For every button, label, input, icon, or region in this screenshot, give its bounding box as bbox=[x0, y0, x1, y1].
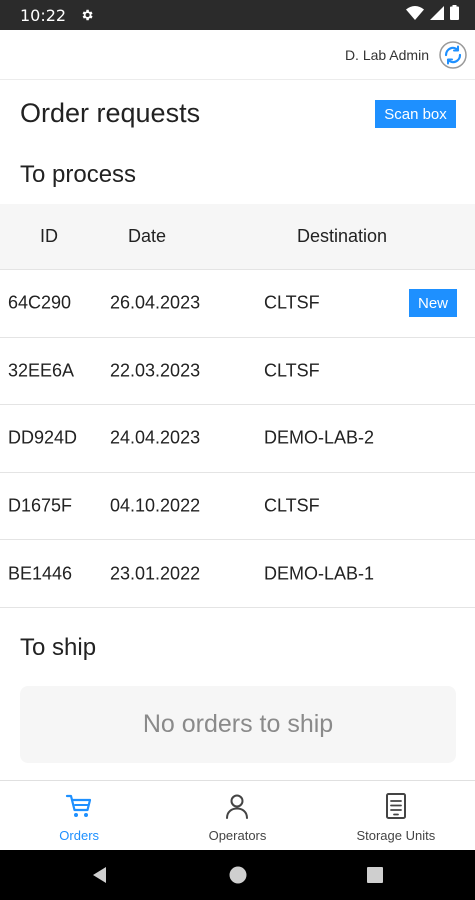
tab-storage-units-label: Storage Units bbox=[356, 828, 436, 843]
column-header-date: Date bbox=[128, 226, 167, 246]
table-header: ID Date Destination bbox=[0, 204, 475, 270]
page-title: Order requests bbox=[20, 98, 201, 128]
empty-state: No orders to ship bbox=[20, 686, 456, 763]
wifi-icon bbox=[406, 5, 424, 25]
order-date: 26.04.2023 bbox=[110, 292, 201, 313]
order-destination: CLTSF bbox=[264, 495, 320, 516]
user-bar: D. Lab Admin bbox=[0, 30, 475, 80]
tab-storage-units[interactable]: Storage Units bbox=[317, 781, 475, 850]
order-id: D1675F bbox=[8, 495, 73, 516]
sync-avatar-icon[interactable] bbox=[439, 40, 467, 69]
back-icon[interactable] bbox=[90, 865, 110, 885]
tab-orders-label: Orders bbox=[59, 828, 100, 843]
status-bar: 10:22 bbox=[0, 0, 475, 30]
home-icon[interactable] bbox=[228, 865, 248, 885]
table-row[interactable]: 32EE6A 22.03.2023 CLTSF bbox=[0, 338, 475, 406]
system-nav-bar bbox=[0, 850, 475, 900]
table-row[interactable]: BE1446 23.01.2022 DEMO-LAB-1 bbox=[0, 540, 475, 608]
storage-unit-icon bbox=[381, 791, 411, 821]
recents-icon[interactable] bbox=[365, 865, 385, 885]
tab-operators-label: Operators bbox=[208, 828, 267, 843]
section-title-to-ship: To ship bbox=[20, 634, 97, 661]
table-row[interactable]: DD924D 24.04.2023 DEMO-LAB-2 bbox=[0, 405, 475, 473]
section-title-to-process: To process bbox=[20, 161, 137, 188]
order-id: BE1446 bbox=[8, 563, 73, 584]
column-header-destination: Destination bbox=[297, 226, 388, 246]
scan-box-button[interactable]: Scan box bbox=[375, 100, 456, 128]
order-id: 32EE6A bbox=[8, 360, 75, 381]
bottom-tab-bar: Orders Operators Storage Units bbox=[0, 780, 475, 850]
order-id: DD924D bbox=[8, 427, 78, 448]
battery-icon bbox=[450, 5, 459, 25]
person-icon bbox=[222, 791, 252, 821]
order-id: 64C290 bbox=[8, 292, 72, 313]
order-date: 23.01.2022 bbox=[110, 563, 201, 584]
tab-operators[interactable]: Operators bbox=[158, 781, 316, 850]
table-row[interactable]: 64C290 26.04.2023 CLTSF New bbox=[0, 270, 475, 338]
order-date: 24.04.2023 bbox=[110, 427, 201, 448]
order-date: 04.10.2022 bbox=[110, 495, 201, 516]
order-destination: CLTSF bbox=[264, 360, 320, 381]
cart-icon bbox=[64, 791, 94, 821]
new-badge: New bbox=[409, 289, 457, 318]
order-destination: CLTSF bbox=[264, 292, 320, 313]
tab-orders[interactable]: Orders bbox=[0, 781, 158, 850]
gear-icon bbox=[80, 8, 94, 22]
signal-icon bbox=[430, 5, 444, 25]
orders-table: ID Date Destination 64C290 26.04.2023 CL… bbox=[0, 204, 475, 608]
order-destination: DEMO-LAB-1 bbox=[264, 563, 375, 584]
order-date: 22.03.2023 bbox=[110, 360, 201, 381]
order-destination: DEMO-LAB-2 bbox=[264, 427, 375, 448]
column-header-id: ID bbox=[40, 226, 58, 246]
user-name: D. Lab Admin bbox=[344, 46, 429, 63]
table-row[interactable]: D1675F 04.10.2022 CLTSF bbox=[0, 473, 475, 541]
status-icons bbox=[406, 5, 459, 25]
status-time: 10:22 bbox=[20, 5, 67, 25]
